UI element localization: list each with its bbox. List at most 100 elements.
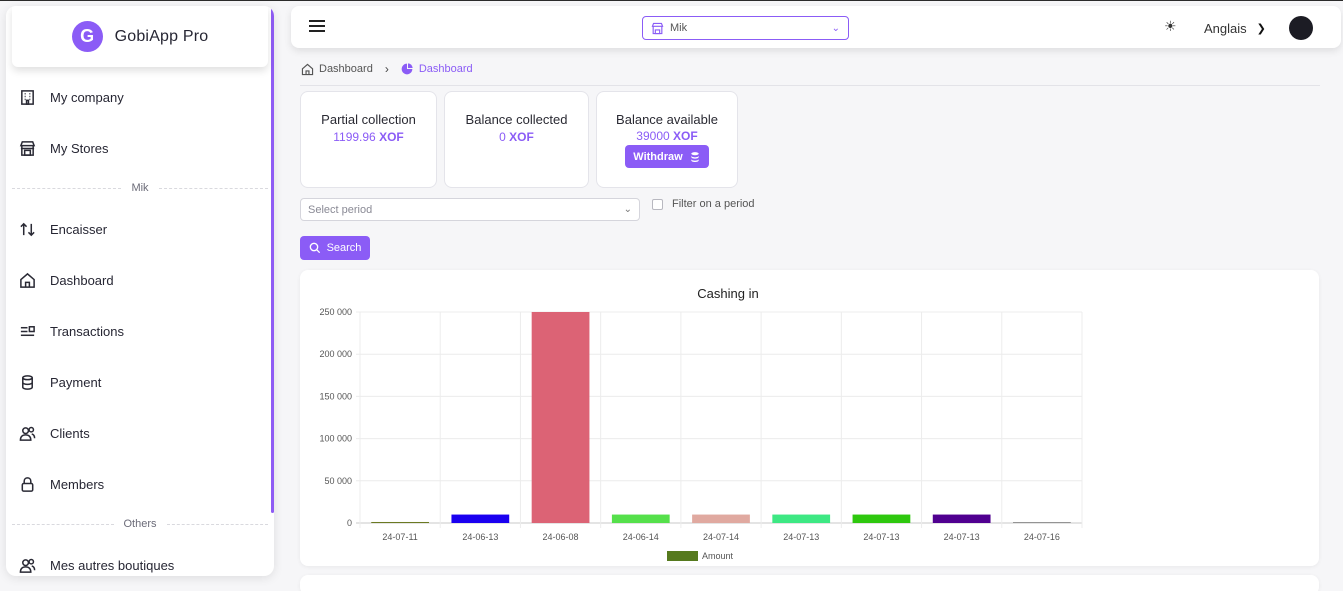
language-value: Anglais <box>1204 21 1247 36</box>
store-icon <box>18 139 36 157</box>
x-tick-label: 24-07-16 <box>1024 532 1060 542</box>
y-tick-label: 200 000 <box>319 349 352 359</box>
stat-currency: XOF <box>673 129 698 143</box>
sidebar-section-others: Others <box>12 518 268 530</box>
app-logo-icon: G <box>71 21 103 52</box>
sun-icon[interactable]: ☀ <box>1164 18 1177 35</box>
sidebar-item-label: Members <box>50 476 105 492</box>
chevron-down-icon: ❯ <box>1256 23 1266 35</box>
stat-value: 1199.96 XOF <box>301 130 436 144</box>
store-selector[interactable]: Mik ⌄ <box>642 16 849 40</box>
lock-icon <box>18 475 36 493</box>
chevron-right-icon: › <box>384 62 389 76</box>
x-tick-label: 24-07-14 <box>703 532 739 542</box>
sidebar-item-dashboard[interactable]: Dashboard <box>18 265 258 295</box>
sidebar-item-label: Encaisser <box>50 221 108 237</box>
period-select-placeholder: Select period <box>308 203 373 216</box>
breadcrumb: Dashboard › Dashboard <box>301 62 473 76</box>
chart-bar <box>692 514 750 523</box>
home-icon <box>18 271 36 289</box>
breadcrumb-divider <box>300 85 1320 86</box>
arrows-updown-icon <box>18 220 36 238</box>
sidebar-item-payment[interactable]: Payment <box>18 367 258 397</box>
building-icon <box>18 88 36 106</box>
chart-bar <box>932 514 991 523</box>
users-icon <box>18 556 36 574</box>
users-icon <box>18 424 36 442</box>
x-tick-label: 24-06-13 <box>462 532 498 542</box>
stat-amount: 1199.96 <box>333 130 376 144</box>
stat-card-partial-collection: Partial collection 1199.96 XOF <box>300 91 437 188</box>
chart-bar <box>531 312 590 523</box>
sidebar-item-label: Clients <box>50 425 90 441</box>
withdraw-button[interactable]: Withdraw <box>625 145 709 168</box>
sidebar-item-label: Transactions <box>50 323 124 339</box>
breadcrumb-current: Dashboard <box>401 63 473 75</box>
stat-value: 0 XOF <box>445 130 588 144</box>
sidebar-item-label: Mes autres boutiques <box>50 557 175 573</box>
filter-period-checkbox[interactable]: Filter on a period <box>652 198 755 210</box>
stat-card-balance-collected: Balance collected 0 XOF <box>444 91 589 188</box>
stat-card-balance-available: Balance available 39000 XOF Withdraw <box>596 91 738 188</box>
checkbox-box[interactable] <box>652 198 663 210</box>
stat-amount: 39000 <box>636 129 670 143</box>
sidebar-item-encaisser[interactable]: Encaisser <box>18 214 258 244</box>
database-icon <box>18 373 36 391</box>
coins-icon <box>691 151 699 162</box>
stat-value: 39000 XOF <box>597 129 737 143</box>
sidebar-scrollbar[interactable] <box>271 8 274 513</box>
sidebar-item-label: My Stores <box>50 140 109 156</box>
breadcrumb-home[interactable]: Dashboard <box>301 63 373 76</box>
stat-title: Partial collection <box>321 112 416 127</box>
stat-currency: XOF <box>379 130 404 144</box>
chart-bar <box>772 514 831 523</box>
list-icon <box>18 322 36 340</box>
sidebar-item-label: My company <box>50 89 124 105</box>
app-name: GobiApp Pro <box>114 27 209 45</box>
sidebar-section-store: Mik <box>12 182 268 194</box>
y-tick-label: 0 <box>347 518 352 528</box>
window-top-border <box>0 0 1343 1</box>
sidebar-item-label: Dashboard <box>50 272 114 288</box>
stat-title: Balance available <box>616 112 718 127</box>
search-button[interactable]: Search <box>300 236 370 260</box>
breadcrumb-home-label: Dashboard <box>319 63 373 75</box>
filter-period-label: Filter on a period <box>672 198 755 210</box>
sidebar-item-my-company[interactable]: My company <box>18 82 258 112</box>
chart-bar <box>852 514 911 523</box>
chart-bar <box>451 514 510 523</box>
y-tick-label: 250 000 <box>319 307 352 317</box>
withdraw-label: Withdraw <box>633 150 683 163</box>
x-tick-label: 24-07-13 <box>863 532 899 542</box>
y-tick-label: 150 000 <box>319 391 352 401</box>
sidebar-item-my-stores[interactable]: My Stores <box>18 133 258 163</box>
y-tick-label: 50 000 <box>324 476 352 486</box>
home-icon <box>301 63 314 75</box>
x-tick-label: 24-06-08 <box>543 532 579 542</box>
cashing-in-chart: Cashing in 0 50 000 100 000 150 000 200 000 25… <box>319 286 1083 561</box>
x-tick-label: 24-07-13 <box>944 532 980 542</box>
chart-bar <box>371 521 429 523</box>
chart-bar <box>611 514 670 523</box>
stat-currency: XOF <box>509 130 534 144</box>
sidebar-item-label: Payment <box>50 374 102 390</box>
chevron-down-icon: ⌄ <box>623 204 632 215</box>
language-selector[interactable]: Anglais ❯ <box>1204 21 1266 36</box>
sidebar-item-clients[interactable]: Clients <box>18 418 258 448</box>
sidebar-item-transactions[interactable]: Transactions <box>18 316 258 346</box>
brand[interactable]: G GobiApp Pro <box>12 6 268 67</box>
avatar[interactable] <box>1289 16 1313 40</box>
chart-bar <box>1013 522 1071 523</box>
x-tick-label: 24-07-11 <box>382 532 417 542</box>
chart-card: Cashing in 0 50 000 100 000 150 000 200 000 25… <box>300 270 1319 566</box>
menu-toggle-icon[interactable] <box>309 20 325 34</box>
breadcrumb-current-label: Dashboard <box>418 63 473 75</box>
search-label: Search <box>326 242 362 254</box>
sidebar-item-members[interactable]: Members <box>18 469 258 499</box>
period-select[interactable]: Select period ⌄ <box>300 198 640 221</box>
store-icon <box>651 22 664 34</box>
legend-swatch <box>667 551 698 561</box>
next-card <box>300 575 1319 591</box>
store-selector-value: Mik <box>670 22 688 34</box>
sidebar-item-mes-autres-boutiques[interactable]: Mes autres boutiques <box>18 550 258 576</box>
